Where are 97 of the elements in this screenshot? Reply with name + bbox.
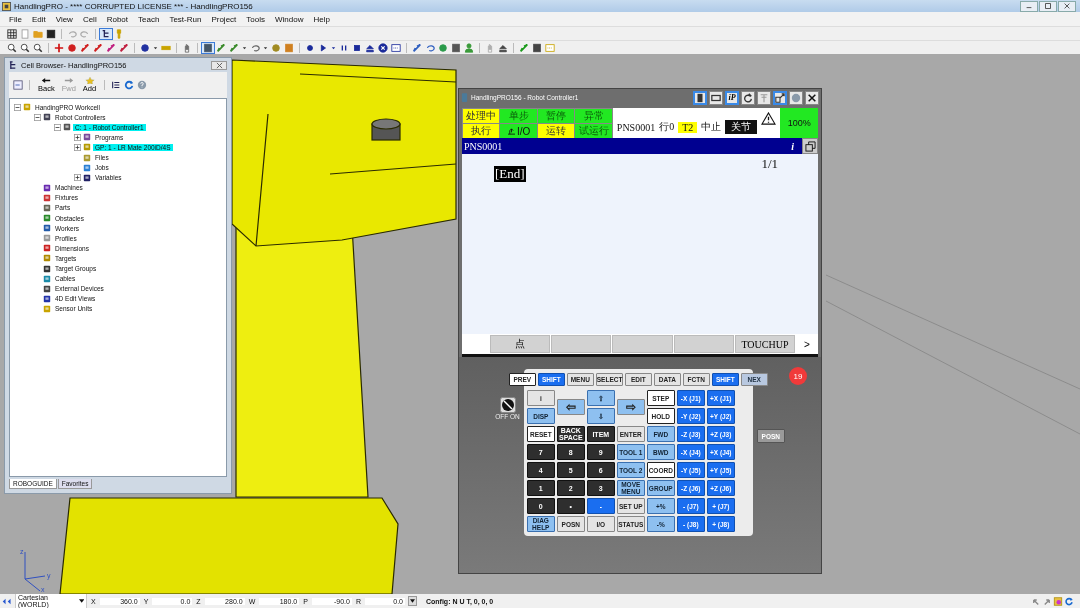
status-lamp: 异常 [575,109,612,123]
status-lamp: I/O [500,124,537,138]
menu-item[interactable]: Window [270,14,309,24]
menu-item[interactable]: Tools [241,14,270,24]
program-state: 中止 [701,120,722,134]
menu-item[interactable]: Help [308,14,335,24]
page-indicator: 1/1 [761,156,778,172]
program-header: PNS0001 [463,140,503,152]
upload-icon[interactable] [497,42,509,53]
record-icon[interactable] [304,42,316,53]
undo-icon[interactable] [1031,596,1041,606]
coord-indicator: 关节 [725,120,758,134]
status-lamp: 单步 [500,109,537,123]
expander-icon[interactable] [74,143,81,151]
tree-node-icon [43,113,51,122]
function-key[interactable]: 点 [490,335,551,353]
grid-icon[interactable] [6,28,18,39]
link-icon[interactable] [105,42,117,53]
menu-item[interactable]: View [50,14,78,24]
menu-item[interactable]: Cell [77,14,102,24]
close-icon [1063,2,1071,10]
zoom-in-icon[interactable] [6,42,18,53]
eject-icon[interactable] [364,42,376,53]
menu-item[interactable]: File [4,14,27,24]
expand-button[interactable] [407,596,417,606]
maximize-button[interactable] [1039,0,1057,12]
zoom-window-icon[interactable] [32,42,44,53]
pendant-key[interactable]: ⇨ [616,399,645,415]
restore-button[interactable] [802,138,818,154]
menu-item[interactable]: Robot [101,14,134,24]
refresh-icon [743,92,753,103]
keyboard-button[interactable] [709,90,723,105]
status-lamp: 执行 [463,124,500,138]
app-icon [2,1,11,11]
link-icon[interactable] [79,42,91,53]
caret-icon [78,599,84,603]
menu-item[interactable]: Edit [26,14,51,24]
window-icon [775,92,785,103]
program-name: PNS0001 [616,121,656,133]
link-icon[interactable] [118,42,130,53]
refresh-button[interactable] [741,90,755,105]
status-lamp: 试运行 [575,124,612,138]
panel-icon[interactable] [390,42,402,53]
line-number: 行0 [659,120,675,134]
keyboard-icon [711,92,721,103]
info-icon[interactable]: i [783,140,802,152]
expander-icon[interactable] [74,133,81,141]
key-switch-icon[interactable] [499,397,516,413]
frame-icon[interactable] [1053,596,1063,606]
override-percent: 100% [780,108,818,138]
warning-icon [761,112,777,125]
refresh-icon[interactable] [124,80,135,90]
status-lamp: 运转 [537,124,575,138]
ip-button[interactable]: iP [725,90,739,105]
expander-icon[interactable] [14,103,21,111]
back-arrow-icon [41,77,52,84]
link-icon[interactable] [92,42,104,53]
close-button[interactable] [805,90,819,105]
expander-icon[interactable] [34,113,41,121]
close-icon [807,92,817,103]
refresh-icon[interactable] [424,42,436,53]
close-icon [214,61,224,69]
cycle-icon[interactable] [249,42,261,53]
window-title: HandlingPRO - **** CORRUPTED LICENSE *** - HandlingPRO156 [14,1,253,11]
maximize-icon [1044,2,1052,10]
function-key[interactable]: TOUCHUP [734,335,795,353]
list-icon[interactable] [111,80,122,90]
menu-item[interactable]: Teach [133,14,165,24]
tree-node-icon [43,204,51,212]
status-lamp: 处理中 [463,109,500,123]
zoom-out-icon[interactable] [19,42,31,53]
tree-node-icon [63,123,71,132]
notification-badge: 19 [789,367,807,385]
axis-triad-drawing [24,551,46,592]
forward-arrow-icon [63,77,74,84]
redo-icon[interactable] [1042,596,1052,606]
tree-icon [9,60,18,70]
tree-icon[interactable] [100,28,112,39]
tree-node-icon [23,103,31,112]
mode-indicator: T2 [678,121,698,133]
star-icon [84,77,95,84]
menu-item[interactable]: Test-Run [164,14,207,24]
menu-item[interactable]: Project [206,14,242,24]
panel-icon[interactable] [13,80,23,90]
double-arrow-icon[interactable] [2,596,12,606]
status-lamp: 暂停 [537,109,575,123]
expander-icon[interactable] [74,174,81,182]
io-icon [507,127,516,135]
cancel-icon[interactable] [377,42,389,53]
restore-icon [804,140,816,152]
pendant-key[interactable]: ⇦ [556,399,585,415]
expander-icon[interactable] [54,123,61,131]
refresh-icon[interactable] [1064,596,1074,606]
window-button[interactable] [773,90,787,105]
caret-icon [409,599,415,603]
worker-icon[interactable] [463,42,475,53]
move-icon[interactable] [53,42,65,53]
